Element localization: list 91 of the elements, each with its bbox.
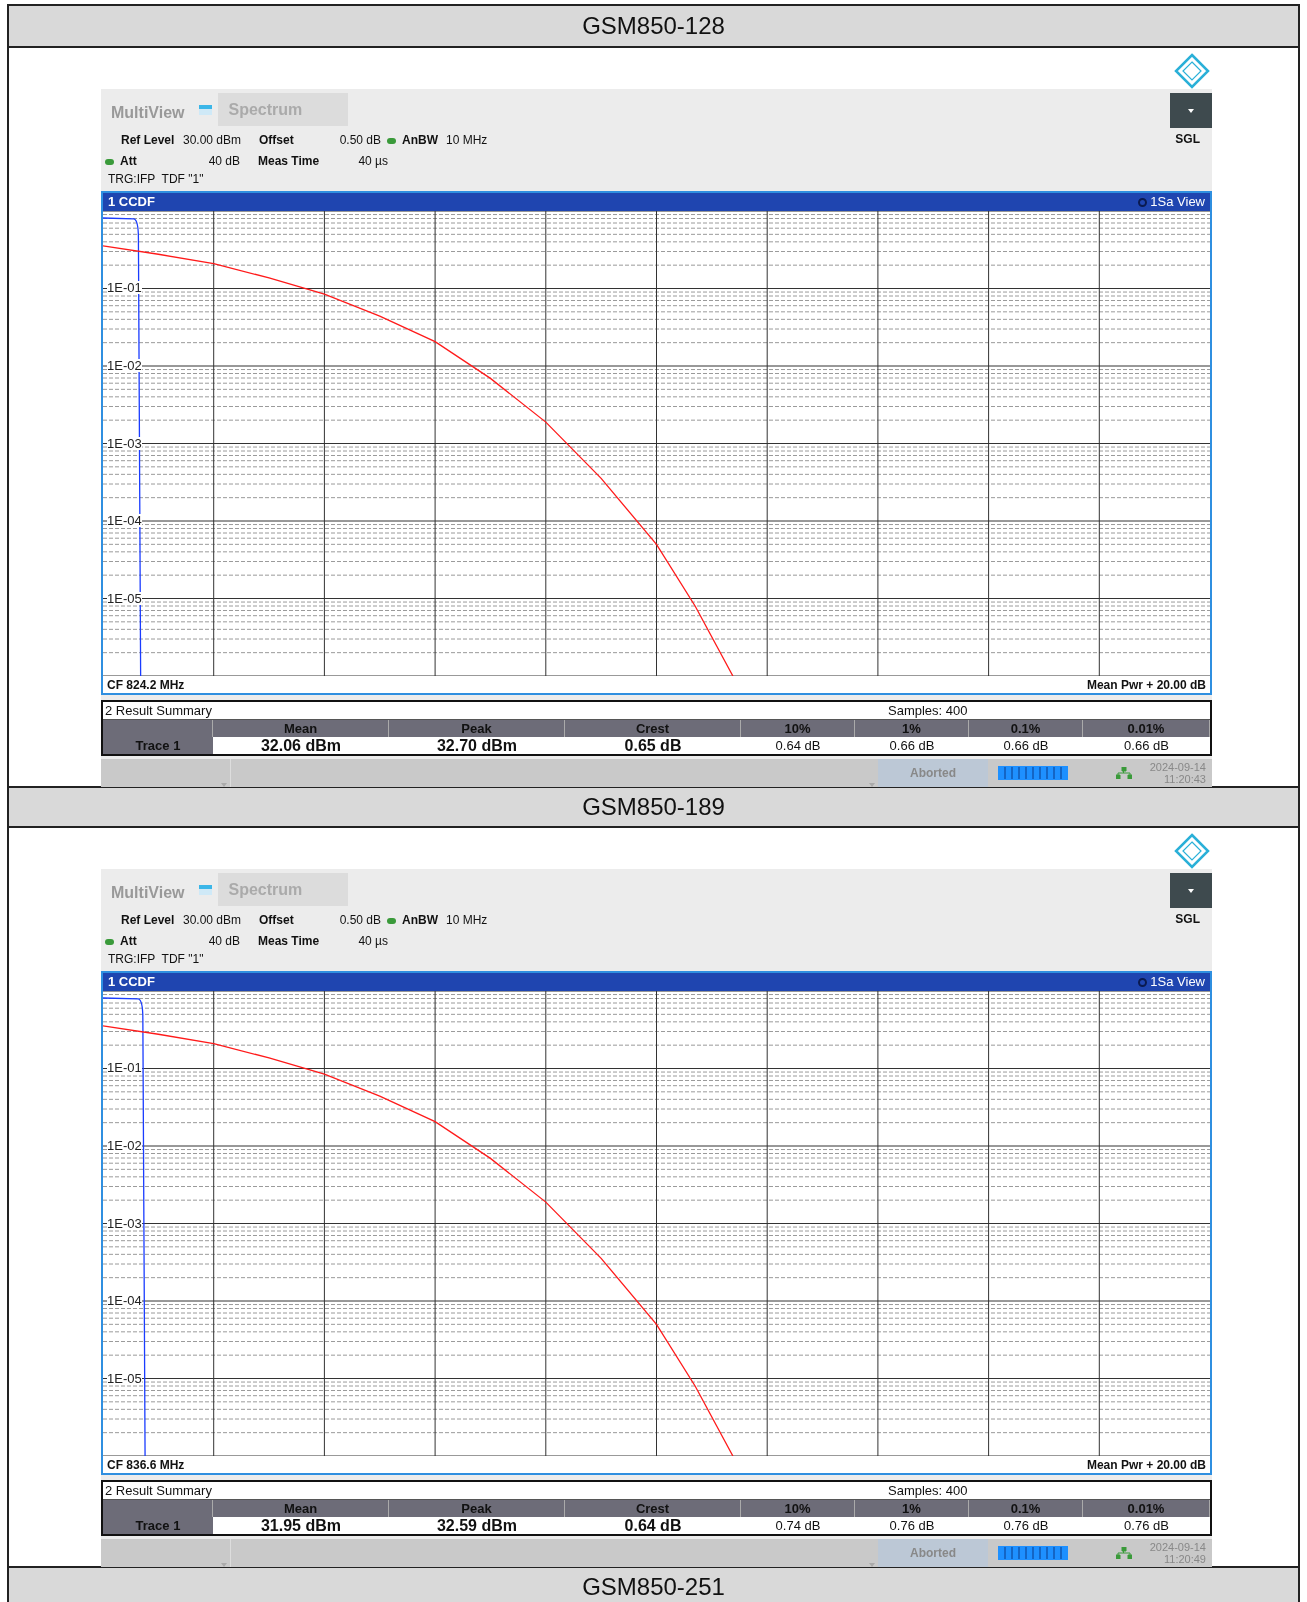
led-icon <box>387 917 396 924</box>
setting-value: 10 MHz <box>446 132 488 149</box>
setting-label: AnBW <box>402 132 438 149</box>
chart-title: 1 CCDF <box>108 193 155 212</box>
setting-value: 10 MHz <box>446 912 488 929</box>
sweep-mode-label: SGL <box>1175 911 1200 928</box>
view-label: 1Sa View <box>1150 973 1205 992</box>
setting-label: AnBW <box>402 912 438 929</box>
setting-value: 0.50 dB <box>338 132 381 149</box>
section-title: GSM850-189 <box>582 792 725 822</box>
multiview-icon <box>198 885 212 895</box>
view-label: 1Sa View <box>1150 193 1205 212</box>
setting-value: 40 µs <box>357 153 388 170</box>
caret-icon <box>1188 108 1194 113</box>
axis-label: 1E-04 <box>107 1294 142 1307</box>
axis-label: 1E-02 <box>107 359 142 372</box>
table-cell-text: 0.66 dB <box>1123 737 1170 754</box>
samples-label: Samples: 400 <box>888 1481 968 1500</box>
table-cell-text: 32.59 dBm <box>435 1517 518 1534</box>
table-cell-text: 0.64 dB <box>623 1517 683 1534</box>
setting-value: 30.00 dBm <box>181 912 242 929</box>
table-cell-text: 31.95 dBm <box>259 1517 342 1534</box>
led-icon <box>387 137 396 144</box>
axis-label: 1E-02 <box>107 1139 142 1152</box>
section-title: GSM850-251 <box>582 1572 725 1602</box>
status-text: Aborted <box>910 1545 956 1562</box>
trigger-info: TRG:IFP TDF "1" <box>108 952 204 967</box>
table-cell-text: 0.64 dB <box>774 737 822 754</box>
view-icon <box>1138 977 1148 987</box>
table-cell-text: 0.65 dB <box>623 737 683 754</box>
axis-label: 1E-03 <box>107 436 142 450</box>
setting-label: Ref Level <box>121 132 176 149</box>
view-icon <box>1138 197 1148 207</box>
setting-value: 40 µs <box>357 933 388 950</box>
app-label: MultiView <box>111 103 185 123</box>
row-header: Trace 1 <box>103 1517 213 1534</box>
app-label: MultiView <box>111 883 185 903</box>
axis-label: 1E-05 <box>107 591 142 605</box>
span-label: Mean Pwr + 20.00 dB <box>1086 1456 1206 1474</box>
axis-label: 1E-01 <box>107 1061 142 1075</box>
setting-value: 30.00 dBm <box>181 132 242 149</box>
progress-bar-drawing <box>998 1546 1068 1560</box>
center-frequency: CF 824.2 MHz <box>107 676 185 694</box>
dropdown-button[interactable] <box>1170 873 1212 908</box>
setting-value: 40 dB <box>207 933 241 950</box>
setting-label: Ref Level <box>121 912 176 929</box>
trigger-info: TRG:IFP TDF "1" <box>108 172 204 187</box>
status-date: 2024-09-14 <box>1149 1541 1206 1553</box>
table-cell-text: 0.76 dB <box>888 1517 936 1534</box>
axis-label: 1E-05 <box>107 1371 142 1385</box>
table-cell-text: 0.66 dB <box>1002 737 1050 754</box>
multiview-icon <box>198 105 212 115</box>
status-time: 11:20:43 <box>1164 773 1206 785</box>
caret-icon <box>1188 888 1194 893</box>
table-cell-text: 32.70 dBm <box>435 737 518 754</box>
row-header: Trace 1 <box>103 737 213 754</box>
table-cell-text: 0.76 dB <box>1123 1517 1170 1534</box>
status-text: Aborted <box>910 765 956 782</box>
span-label: Mean Pwr + 20.00 dB <box>1086 676 1206 694</box>
setting-value: 0.50 dB <box>338 912 381 929</box>
led-icon <box>105 938 114 945</box>
table-cell-text: 0.74 dB <box>774 1517 822 1534</box>
setting-value: 40 dB <box>207 153 241 170</box>
setting-label: Att <box>120 933 138 950</box>
summary-title: 2 Result Summary <box>104 1481 212 1500</box>
table-cell-text: 0.66 dB <box>888 737 936 754</box>
progress-bar-drawing <box>998 766 1068 780</box>
network-icon <box>1116 1547 1132 1559</box>
center-frequency: CF 836.6 MHz <box>107 1456 185 1474</box>
setting-label: Offset <box>259 912 295 929</box>
table-cell-text: 32.06 dBm <box>259 737 342 754</box>
axis-label: 1E-01 <box>107 281 142 295</box>
setting-label: Meas Time <box>258 933 321 950</box>
status-time: 11:20:49 <box>1164 1553 1206 1565</box>
led-icon <box>105 158 114 165</box>
setting-label: Offset <box>259 132 295 149</box>
axis-label: 1E-04 <box>107 514 142 527</box>
summary-title: 2 Result Summary <box>104 701 212 720</box>
samples-label: Samples: 400 <box>888 701 968 720</box>
dropdown-button[interactable] <box>1170 93 1212 128</box>
network-icon <box>1116 767 1132 779</box>
status-date: 2024-09-14 <box>1149 761 1206 773</box>
table-cell-text: 0.76 dB <box>1002 1517 1050 1534</box>
section-title: GSM850-128 <box>582 11 725 41</box>
logo-icon <box>1174 833 1210 869</box>
chart-title: 1 CCDF <box>108 973 155 992</box>
logo-icon <box>1174 53 1210 89</box>
sweep-mode-label: SGL <box>1175 131 1200 148</box>
setting-label: Meas Time <box>258 153 321 170</box>
axis-label: 1E-03 <box>107 1216 142 1230</box>
setting-label: Att <box>120 153 138 170</box>
